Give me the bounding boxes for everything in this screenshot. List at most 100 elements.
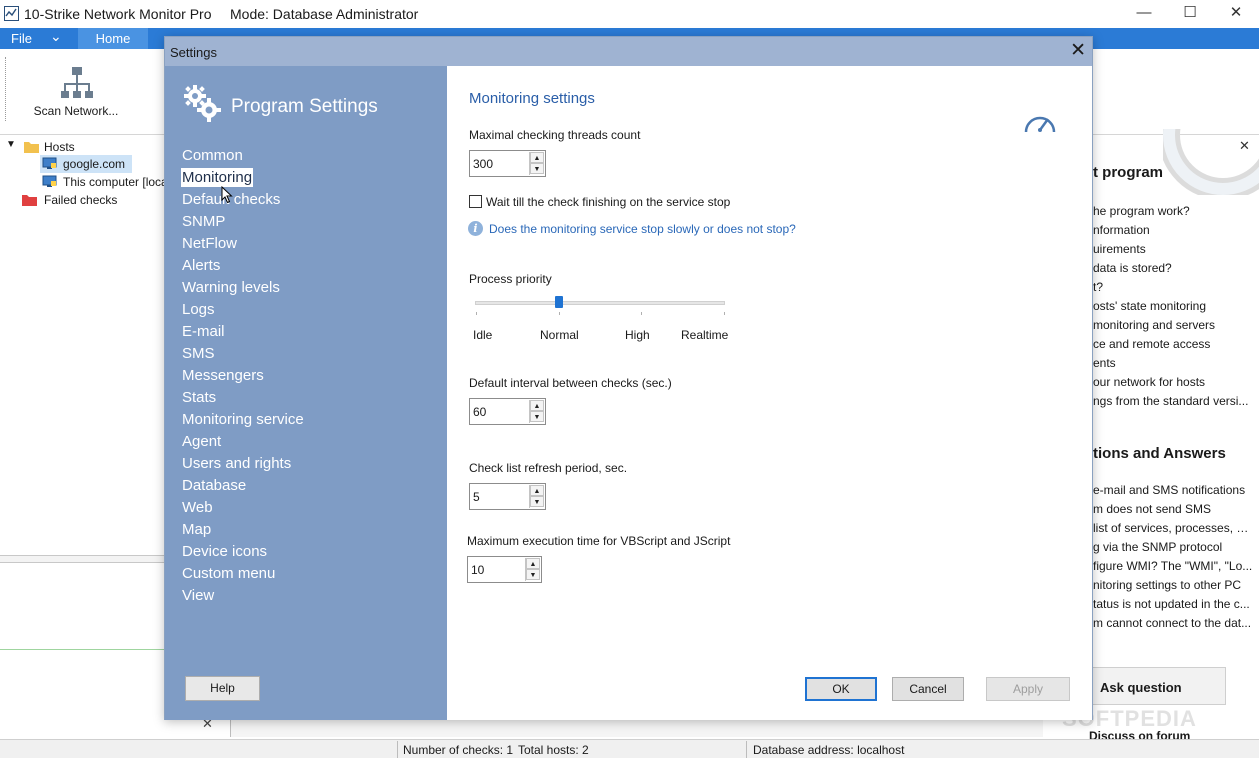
spin-down-icon[interactable]: ▼ [530, 496, 544, 507]
nav-common[interactable]: Common [181, 146, 244, 165]
mode-label: Mode: Database Administrator [230, 6, 419, 22]
maximize-button[interactable]: ☐ [1167, 0, 1213, 28]
faq-link[interactable]: figure WMI? The "WMI", "Lo... [1093, 559, 1253, 573]
nav-custom-menu[interactable]: Custom menu [181, 564, 276, 583]
nav-users-and-rights[interactable]: Users and rights [181, 454, 292, 473]
status-divider [746, 741, 747, 758]
scan-network-button[interactable]: Scan Network... [26, 60, 126, 122]
nav-netflow[interactable]: NetFlow [181, 234, 238, 253]
help-link[interactable]: nformation [1093, 223, 1253, 237]
nav-snmp[interactable]: SNMP [181, 212, 226, 231]
nav-email[interactable]: E-mail [181, 322, 226, 341]
ask-question-button[interactable]: Ask question [1089, 667, 1226, 705]
ribbon-grip [5, 57, 8, 121]
nav-agent[interactable]: Agent [181, 432, 222, 451]
slider-tick [724, 312, 725, 315]
close-window-button[interactable]: ✕ [1213, 0, 1259, 28]
nav-logs[interactable]: Logs [181, 300, 216, 319]
nav-alerts[interactable]: Alerts [181, 256, 221, 275]
mouse-cursor-icon [221, 185, 233, 207]
help-link[interactable]: he program work? [1093, 204, 1253, 218]
help-link[interactable]: uirements [1093, 242, 1253, 256]
refresh-value[interactable]: 5 [473, 490, 480, 504]
host-tree: ▼ Hosts google.com This computer [loca F… [0, 136, 165, 556]
dialog-close-button[interactable]: ✕ [1070, 39, 1086, 62]
refresh-label: Check list refresh period, sec. [469, 461, 628, 475]
nav-messengers[interactable]: Messengers [181, 366, 265, 385]
interval-value[interactable]: 60 [473, 405, 486, 419]
threads-value[interactable]: 300 [473, 157, 493, 171]
spin-buttons: ▲ ▼ [529, 485, 544, 508]
nav-monitoring[interactable]: Monitoring [181, 168, 254, 187]
refresh-stepper[interactable]: 5 ▲ ▼ [469, 483, 546, 510]
spin-down-icon[interactable]: ▼ [530, 163, 544, 174]
help-link[interactable]: our network for hosts [1093, 375, 1253, 389]
monitor-icon [42, 157, 57, 170]
priority-label: Process priority [469, 272, 552, 286]
faq-link[interactable]: m does not send SMS [1093, 502, 1253, 516]
ok-button[interactable]: OK [805, 677, 877, 701]
tab-home[interactable]: Home [78, 28, 148, 49]
help-link[interactable]: ce and remote access [1093, 337, 1253, 351]
help-button[interactable]: Help [185, 676, 260, 701]
nav-database[interactable]: Database [181, 476, 247, 495]
exec-time-value[interactable]: 10 [471, 563, 484, 577]
threads-stepper[interactable]: 300 ▲ ▼ [469, 150, 546, 177]
minimize-button[interactable]: — [1121, 0, 1167, 28]
faq-link[interactable]: e-mail and SMS notifications [1093, 483, 1253, 497]
tree-item-google[interactable]: google.com [40, 155, 132, 173]
faq-link[interactable]: list of services, processes, a... [1093, 521, 1253, 535]
nav-warning-levels[interactable]: Warning levels [181, 278, 281, 297]
help-link[interactable]: monitoring and servers [1093, 318, 1253, 332]
help-link[interactable]: osts' state monitoring [1093, 299, 1253, 313]
exec-time-stepper[interactable]: 10 ▲ ▼ [467, 556, 542, 583]
spin-up-icon[interactable]: ▲ [530, 152, 544, 163]
help-heading-faq: tions and Answers [1093, 445, 1226, 462]
spin-up-icon[interactable]: ▲ [530, 400, 544, 411]
menu-file[interactable]: File [11, 31, 32, 46]
network-icon [61, 66, 93, 103]
section-title: Monitoring settings [469, 90, 595, 107]
nav-map[interactable]: Map [181, 520, 212, 539]
help-link[interactable]: data is stored? [1093, 261, 1253, 275]
dialog-titlebar[interactable]: Settings ✕ [165, 37, 1092, 66]
help-link[interactable]: ents [1093, 356, 1253, 370]
faq-link[interactable]: g via the SNMP protocol [1093, 540, 1253, 554]
service-stop-help-link[interactable]: Does the monitoring service stop slowly … [489, 222, 796, 236]
nav-stats[interactable]: Stats [181, 388, 217, 407]
priority-slider-thumb[interactable] [555, 296, 563, 308]
interval-stepper[interactable]: 60 ▲ ▼ [469, 398, 546, 425]
faq-link[interactable]: m cannot connect to the dat... [1093, 616, 1253, 630]
cancel-button[interactable]: Cancel [892, 677, 964, 701]
info-icon: i [468, 221, 483, 236]
wait-checkbox[interactable] [469, 195, 482, 208]
spin-down-icon[interactable]: ▼ [526, 569, 540, 580]
quick-access-dropdown-icon[interactable]: ⌄ [50, 28, 62, 45]
priority-slider-track[interactable] [475, 301, 725, 305]
nav-device-icons[interactable]: Device icons [181, 542, 268, 561]
speedometer-icon [1022, 110, 1058, 139]
help-panel-close-icon[interactable]: ✕ [1239, 138, 1250, 154]
help-link[interactable]: t? [1093, 280, 1253, 294]
faq-link[interactable]: tatus is not updated in the c... [1093, 597, 1253, 611]
app-icon [4, 6, 19, 21]
tree-label-google: google.com [63, 157, 126, 171]
spin-up-icon[interactable]: ▲ [526, 558, 540, 569]
interval-label: Default interval between checks (sec.) [469, 376, 672, 390]
nav-view[interactable]: View [181, 586, 215, 605]
settings-sidebar: Program Settings Common Monitoring Defau… [165, 66, 447, 720]
help-link[interactable]: ngs from the standard versi... [1093, 394, 1253, 408]
nav-sms[interactable]: SMS [181, 344, 216, 363]
spin-down-icon[interactable]: ▼ [530, 411, 544, 422]
app-title: 10-Strike Network Monitor Pro [24, 6, 212, 22]
status-checks: Number of checks: 1 [403, 743, 514, 757]
nav-monitoring-service[interactable]: Monitoring service [181, 410, 305, 429]
expand-chevron-icon[interactable]: ▼ [6, 139, 16, 150]
nav-web[interactable]: Web [181, 498, 214, 517]
wait-checkbox-label[interactable]: Wait till the check finishing on the ser… [486, 195, 730, 209]
faq-link[interactable]: nitoring settings to other PC [1093, 578, 1253, 592]
spin-up-icon[interactable]: ▲ [530, 485, 544, 496]
apply-button[interactable]: Apply [986, 677, 1070, 701]
pane-splitter[interactable] [0, 555, 165, 563]
tree-item-this-computer[interactable]: This computer [loca [40, 173, 164, 191]
